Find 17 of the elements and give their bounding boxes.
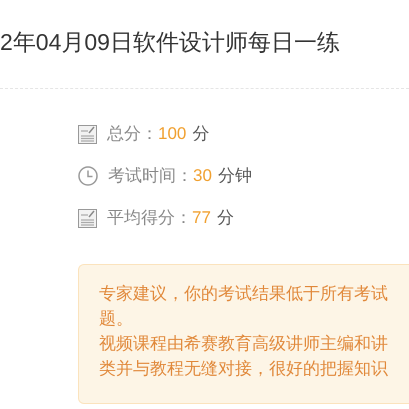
stat-label: 平均得分：: [107, 207, 192, 230]
stat-value: 100: [158, 123, 186, 146]
advice-text: 题。: [99, 308, 134, 330]
advice-text: 类并与教程无缝对接，很好的把握知识: [99, 358, 389, 380]
stat-label: 考试时间：: [108, 165, 193, 188]
scorecard-icon: [78, 124, 97, 144]
stat-unit: 分: [192, 123, 210, 146]
stat-unit: 分: [216, 207, 234, 230]
stat-unit: 分钟: [218, 165, 252, 188]
page-title: 2年04月09日软件设计师每日一练: [0, 28, 340, 57]
stat-value: 77: [192, 207, 211, 230]
scorecard-icon: [78, 208, 97, 228]
stat-label: 总分：: [107, 123, 158, 146]
clock-icon: [78, 166, 98, 186]
stat-value: 30: [193, 165, 212, 188]
advice-text: 专家建议，你的考试结果低于所有考试: [99, 283, 389, 305]
advice-text: 视频课程由希赛教育高级讲师主编和讲: [99, 333, 389, 355]
